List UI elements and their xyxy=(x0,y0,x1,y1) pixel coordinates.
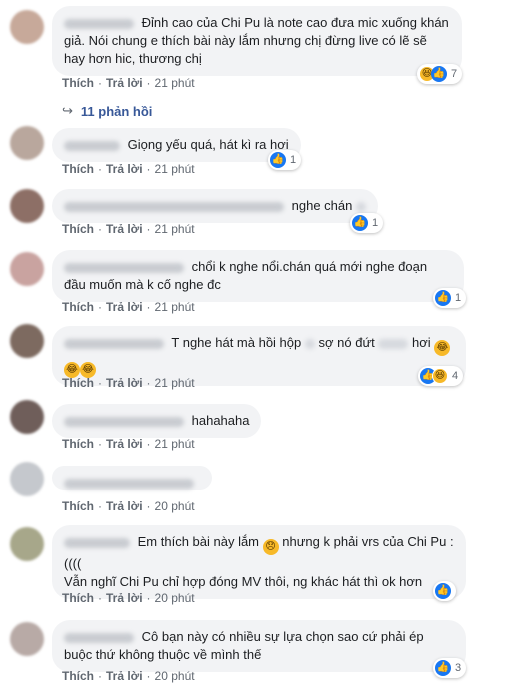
reaction-summary[interactable]: 👍 3 xyxy=(433,658,467,678)
haha-icon: 😆 xyxy=(432,368,448,384)
comment-bubble: Giọng yếu quá, hát kì ra hơi xyxy=(52,128,301,162)
reply-arrow-icon: ↪ xyxy=(62,103,73,118)
reaction-count: 7 xyxy=(451,68,458,80)
comment-actions: Thích · Trả lời · 21 phút xyxy=(62,300,195,314)
avatar[interactable] xyxy=(10,622,44,656)
comment-actions: Thích · Trả lời · 20 phút xyxy=(62,591,195,605)
timestamp[interactable]: 20 phút xyxy=(155,669,195,683)
timestamp[interactable]: 21 phút xyxy=(155,300,195,314)
comment-bubble: nghe chán xyxy=(52,189,378,223)
comment-actions: Thích · Trả lời · 20 phút xyxy=(62,499,195,513)
reply-link[interactable]: Trả lời xyxy=(106,437,143,451)
timestamp[interactable]: 21 phút xyxy=(155,222,195,236)
comment-bubble: chổi k nghe nổi.chán quá mới nghe đoạn đ… xyxy=(52,250,464,302)
reaction-summary[interactable]: 👍 😆 4 xyxy=(418,366,464,386)
reaction-summary[interactable]: 👍 1 xyxy=(268,150,302,170)
avatar[interactable] xyxy=(10,252,44,286)
reaction-count: 1 xyxy=(372,217,379,229)
like-link[interactable]: Thích xyxy=(62,591,94,605)
like-icon: 👍 xyxy=(435,290,451,306)
timestamp[interactable]: 20 phút xyxy=(155,499,195,513)
reaction-count: 4 xyxy=(452,370,459,382)
like-icon: 👍 xyxy=(270,152,286,168)
like-icon: 👍 xyxy=(435,583,451,599)
reaction-count: 3 xyxy=(455,662,462,674)
like-link[interactable]: Thích xyxy=(62,300,94,314)
like-icon: 👍 xyxy=(431,66,447,82)
comment-actions: Thích · Trả lời · 20 phút xyxy=(62,669,195,683)
commenter-name[interactable] xyxy=(64,416,184,427)
reply-link[interactable]: Trả lời xyxy=(106,300,143,314)
avatar[interactable] xyxy=(10,126,44,160)
reply-link[interactable]: Trả lời xyxy=(106,222,143,236)
commenter-name[interactable] xyxy=(64,537,130,548)
comment-text: T nghe hát mà hồi hộp xyxy=(171,335,302,350)
like-link[interactable]: Thích xyxy=(62,499,94,513)
comment-actions: Thích · Trả lời · 21 phút xyxy=(62,162,195,176)
comment-bubble: hahahaha xyxy=(52,404,262,438)
reaction-count: 1 xyxy=(290,154,297,166)
avatar[interactable] xyxy=(10,10,44,44)
like-link[interactable]: Thích xyxy=(62,376,94,390)
reply-link[interactable]: Trả lời xyxy=(106,376,143,390)
sad-emoji-icon: 😞 xyxy=(262,539,279,555)
reply-link[interactable]: Trả lời xyxy=(106,162,143,176)
comment-text: Vẫn nghĩ Chi Pu chỉ hợp đóng MV thôi, ng… xyxy=(64,574,423,589)
reaction-summary[interactable]: 👍 xyxy=(433,581,456,601)
reaction-summary[interactable]: 👍 1 xyxy=(433,288,467,308)
reply-link[interactable]: Trả lời xyxy=(106,76,143,90)
timestamp[interactable]: 21 phút xyxy=(155,437,195,451)
comment-text: Giọng yếu quá, hát kì ra hơi xyxy=(127,137,289,152)
view-replies-link[interactable]: ↪ 11 phản hồi xyxy=(62,103,152,119)
timestamp[interactable]: 21 phút xyxy=(155,76,195,90)
timestamp[interactable]: 20 phút xyxy=(155,591,195,605)
avatar[interactable] xyxy=(10,400,44,434)
comment-actions: Thích · Trả lời · 21 phút xyxy=(62,76,195,90)
reply-link[interactable]: Trả lời xyxy=(106,591,143,605)
avatar[interactable] xyxy=(10,324,44,358)
like-icon: 👍 xyxy=(435,660,451,676)
avatar[interactable] xyxy=(10,527,44,561)
comment-bubble xyxy=(52,466,212,490)
like-link[interactable]: Thích xyxy=(62,162,94,176)
comment-bubble: Em thích bài này lắm 😞 nhưng k phải vrs … xyxy=(52,525,466,599)
comment-text: hahahaha xyxy=(191,413,250,428)
reply-link[interactable]: Trả lời xyxy=(106,669,143,683)
comment-actions: Thích · Trả lời · 21 phút xyxy=(62,437,195,451)
comment-bubble: Đỉnh cao của Chi Pu là note cao đưa mic … xyxy=(52,6,462,76)
commenter-name[interactable] xyxy=(64,201,284,212)
like-link[interactable]: Thích xyxy=(62,437,94,451)
commenter-name[interactable] xyxy=(64,632,134,643)
reaction-count: 1 xyxy=(455,292,462,304)
avatar[interactable] xyxy=(10,462,44,496)
commenter-name[interactable] xyxy=(64,478,194,489)
like-link[interactable]: Thích xyxy=(62,76,94,90)
comment-text: hơi xyxy=(412,335,431,350)
reaction-summary[interactable]: 👍 1 xyxy=(350,213,384,233)
comment-text: sợ nó đứt xyxy=(318,335,375,350)
timestamp[interactable]: 21 phút xyxy=(155,162,195,176)
commenter-name[interactable] xyxy=(64,18,134,29)
reply-link[interactable]: Trả lời xyxy=(106,499,143,513)
laughing-emoji-icon: 😂 xyxy=(434,340,451,356)
commenter-name[interactable] xyxy=(64,140,120,151)
like-icon: 👍 xyxy=(352,215,368,231)
like-link[interactable]: Thích xyxy=(62,222,94,236)
like-link[interactable]: Thích xyxy=(62,669,94,683)
comment-actions: Thích · Trả lời · 21 phút xyxy=(62,222,195,236)
comment-text: nghe chán xyxy=(291,198,353,213)
timestamp[interactable]: 21 phút xyxy=(155,376,195,390)
avatar[interactable] xyxy=(10,189,44,223)
comment-text: Em thích bài này lắm xyxy=(137,534,260,549)
commenter-name[interactable] xyxy=(64,262,184,273)
comment-bubble: Cô bạn này có nhiều sự lựa chọn sao cứ p… xyxy=(52,620,466,672)
commenter-name[interactable] xyxy=(64,338,164,349)
reaction-summary[interactable]: 😆 👍 7 xyxy=(417,64,463,84)
comment-actions: Thích · Trả lời · 21 phút xyxy=(62,376,195,390)
replies-count: 11 phản hồi xyxy=(80,103,153,119)
